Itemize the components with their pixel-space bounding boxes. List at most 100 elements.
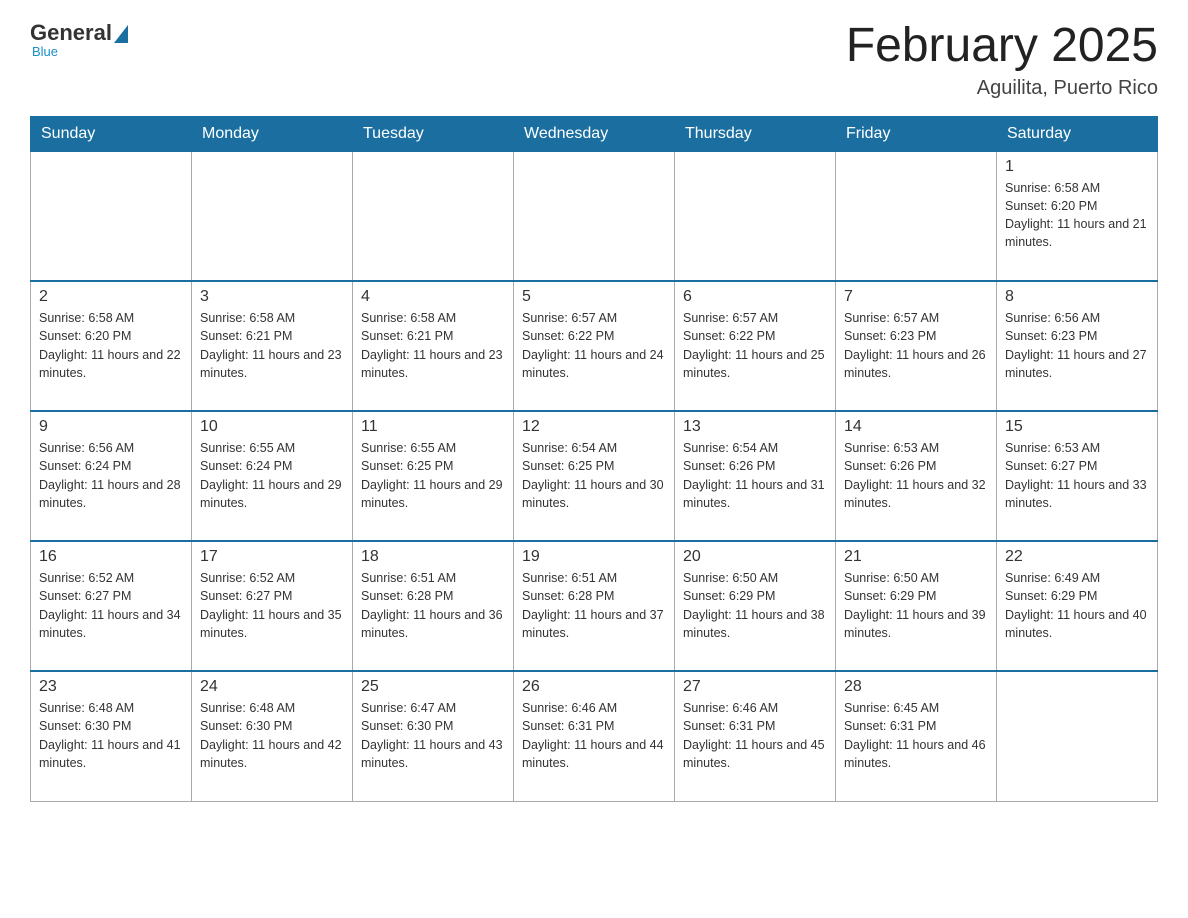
day-number: 27 [683,678,827,696]
day-info: Sunrise: 6:49 AMSunset: 6:29 PMDaylight:… [1005,569,1149,642]
calendar-cell [997,671,1158,801]
day-number: 7 [844,288,988,306]
day-info: Sunrise: 6:58 AMSunset: 6:20 PMDaylight:… [1005,179,1149,252]
day-number: 28 [844,678,988,696]
day-info: Sunrise: 6:50 AMSunset: 6:29 PMDaylight:… [683,569,827,642]
day-info: Sunrise: 6:57 AMSunset: 6:22 PMDaylight:… [683,309,827,382]
calendar-cell [514,151,675,281]
day-number: 3 [200,288,344,306]
calendar-cell: 2Sunrise: 6:58 AMSunset: 6:20 PMDaylight… [31,281,192,411]
month-title: February 2025 [846,20,1158,73]
day-info: Sunrise: 6:46 AMSunset: 6:31 PMDaylight:… [522,699,666,772]
calendar-week-row: 9 Sunrise: 6:56 AMSunset: 6:24 PMDaylight… [31,411,1158,541]
calendar-cell [836,151,997,281]
day-number: 20 [683,548,827,566]
calendar-cell [31,151,192,281]
day-number: 17 [200,548,344,566]
logo-general-text: General [30,20,112,46]
calendar-week-row: 23 Sunrise: 6:48 AMSunset: 6:30 PMDayligh… [31,671,1158,801]
calendar-cell: 8 Sunrise: 6:56 AMSunset: 6:23 PMDaylight… [997,281,1158,411]
logo: General Blue [30,20,128,59]
calendar-cell: 22 Sunrise: 6:49 AMSunset: 6:29 PMDayligh… [997,541,1158,671]
calendar-cell: 4 Sunrise: 6:58 AMSunset: 6:21 PMDaylight… [353,281,514,411]
col-wednesday: Wednesday [514,116,675,151]
day-info: Sunrise: 6:52 AMSunset: 6:27 PMDaylight:… [39,569,183,642]
calendar-table: Sunday Monday Tuesday Wednesday Thursday… [30,116,1158,802]
calendar-cell: 6 Sunrise: 6:57 AMSunset: 6:22 PMDaylight… [675,281,836,411]
calendar-week-row: 2Sunrise: 6:58 AMSunset: 6:20 PMDaylight… [31,281,1158,411]
calendar-cell: 14 Sunrise: 6:53 AMSunset: 6:26 PMDayligh… [836,411,997,541]
day-number: 11 [361,418,505,436]
calendar-week-row: 1 Sunrise: 6:58 AMSunset: 6:20 PMDaylight… [31,151,1158,281]
location-text: Aguilita, Puerto Rico [846,77,1158,100]
calendar-week-row: 16 Sunrise: 6:52 AMSunset: 6:27 PMDayligh… [31,541,1158,671]
day-number: 16 [39,548,183,566]
calendar-cell: 15Sunrise: 6:53 AMSunset: 6:27 PMDayligh… [997,411,1158,541]
calendar-cell: 11Sunrise: 6:55 AMSunset: 6:25 PMDayligh… [353,411,514,541]
calendar-cell [192,151,353,281]
day-info: Sunrise: 6:56 AMSunset: 6:23 PMDaylight:… [1005,309,1149,382]
day-info: Sunrise: 6:54 AMSunset: 6:25 PMDaylight:… [522,439,666,512]
day-number: 1 [1005,158,1149,176]
calendar-cell: 9 Sunrise: 6:56 AMSunset: 6:24 PMDaylight… [31,411,192,541]
col-monday: Monday [192,116,353,151]
day-number: 18 [361,548,505,566]
day-number: 4 [361,288,505,306]
calendar-cell: 25 Sunrise: 6:47 AMSunset: 6:30 PMDayligh… [353,671,514,801]
calendar-cell: 20 Sunrise: 6:50 AMSunset: 6:29 PMDayligh… [675,541,836,671]
calendar-cell: 16 Sunrise: 6:52 AMSunset: 6:27 PMDayligh… [31,541,192,671]
day-info: Sunrise: 6:47 AMSunset: 6:30 PMDaylight:… [361,699,505,772]
day-info: Sunrise: 6:58 AMSunset: 6:21 PMDaylight:… [361,309,505,382]
calendar-cell: 26Sunrise: 6:46 AMSunset: 6:31 PMDayligh… [514,671,675,801]
day-number: 5 [522,288,666,306]
day-number: 6 [683,288,827,306]
day-info: Sunrise: 6:57 AMSunset: 6:22 PMDaylight:… [522,309,666,382]
day-number: 23 [39,678,183,696]
calendar-cell: 7 Sunrise: 6:57 AMSunset: 6:23 PMDaylight… [836,281,997,411]
day-info: Sunrise: 6:45 AMSunset: 6:31 PMDaylight:… [844,699,988,772]
day-info: Sunrise: 6:55 AMSunset: 6:24 PMDaylight:… [200,439,344,512]
day-number: 8 [1005,288,1149,306]
page-header: General Blue February 2025 Aguilita, Pue… [30,20,1158,100]
calendar-cell: 5 Sunrise: 6:57 AMSunset: 6:22 PMDaylight… [514,281,675,411]
day-number: 9 [39,418,183,436]
calendar-cell: 24 Sunrise: 6:48 AMSunset: 6:30 PMDayligh… [192,671,353,801]
calendar-cell: 27 Sunrise: 6:46 AMSunset: 6:31 PMDayligh… [675,671,836,801]
day-number: 25 [361,678,505,696]
calendar-cell: 17 Sunrise: 6:52 AMSunset: 6:27 PMDayligh… [192,541,353,671]
day-number: 12 [522,418,666,436]
day-info: Sunrise: 6:58 AMSunset: 6:21 PMDaylight:… [200,309,344,382]
day-info: Sunrise: 6:58 AMSunset: 6:20 PMDaylight:… [39,309,183,382]
calendar-cell: 19Sunrise: 6:51 AMSunset: 6:28 PMDayligh… [514,541,675,671]
col-friday: Friday [836,116,997,151]
calendar-cell: 18 Sunrise: 6:51 AMSunset: 6:28 PMDayligh… [353,541,514,671]
day-number: 13 [683,418,827,436]
calendar-cell: 10 Sunrise: 6:55 AMSunset: 6:24 PMDayligh… [192,411,353,541]
day-number: 10 [200,418,344,436]
title-area: February 2025 Aguilita, Puerto Rico [846,20,1158,100]
day-number: 24 [200,678,344,696]
day-info: Sunrise: 6:53 AMSunset: 6:26 PMDaylight:… [844,439,988,512]
calendar-cell: 28 Sunrise: 6:45 AMSunset: 6:31 PMDayligh… [836,671,997,801]
day-info: Sunrise: 6:46 AMSunset: 6:31 PMDaylight:… [683,699,827,772]
day-info: Sunrise: 6:52 AMSunset: 6:27 PMDaylight:… [200,569,344,642]
day-info: Sunrise: 6:54 AMSunset: 6:26 PMDaylight:… [683,439,827,512]
day-info: Sunrise: 6:48 AMSunset: 6:30 PMDaylight:… [39,699,183,772]
day-info: Sunrise: 6:57 AMSunset: 6:23 PMDaylight:… [844,309,988,382]
calendar-cell: 3 Sunrise: 6:58 AMSunset: 6:21 PMDaylight… [192,281,353,411]
day-info: Sunrise: 6:56 AMSunset: 6:24 PMDaylight:… [39,439,183,512]
logo-triangle-icon [114,25,128,43]
col-tuesday: Tuesday [353,116,514,151]
day-info: Sunrise: 6:48 AMSunset: 6:30 PMDaylight:… [200,699,344,772]
calendar-cell [353,151,514,281]
day-number: 15 [1005,418,1149,436]
day-info: Sunrise: 6:51 AMSunset: 6:28 PMDaylight:… [361,569,505,642]
calendar-cell: 21 Sunrise: 6:50 AMSunset: 6:29 PMDayligh… [836,541,997,671]
day-number: 14 [844,418,988,436]
day-number: 22 [1005,548,1149,566]
calendar-cell: 12 Sunrise: 6:54 AMSunset: 6:25 PMDayligh… [514,411,675,541]
col-sunday: Sunday [31,116,192,151]
day-info: Sunrise: 6:50 AMSunset: 6:29 PMDaylight:… [844,569,988,642]
calendar-cell: 1 Sunrise: 6:58 AMSunset: 6:20 PMDaylight… [997,151,1158,281]
day-number: 21 [844,548,988,566]
